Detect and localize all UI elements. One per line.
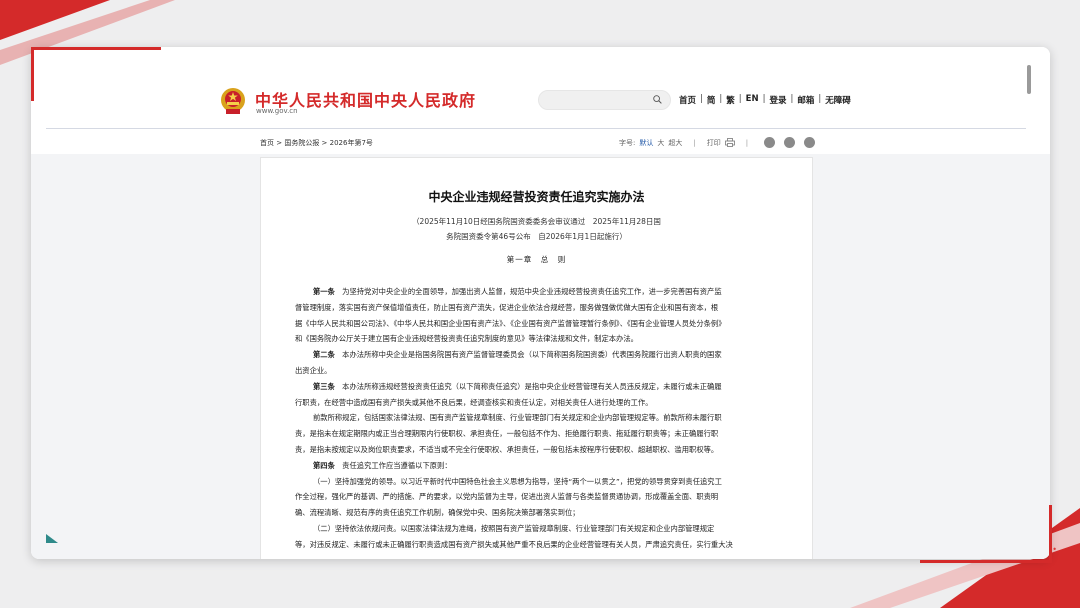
article-text: 据《中华人民共和国公司法》、《中华人民共和国企业国有资产法》、《企业国有资产监督…: [295, 318, 726, 328]
article-number: 第四条: [313, 460, 335, 470]
header-divider: [46, 128, 1026, 129]
article-text: 行职责，在经营中造成国有资产损失或其他不良后果，经调查核实和责任认定，对相关责任…: [295, 397, 653, 407]
document-subtitle-line2: 务院国资委令第46号公布 自2026年1月1日起施行）: [446, 232, 627, 241]
font-size-xlarge[interactable]: 超大: [668, 138, 682, 148]
top-navigation: 首页 | 简 | 繁 | EN | 登录 | 邮箱 | 无障碍: [679, 94, 851, 106]
document-line: 和《国务院办公厅关于建立国有企业违规经营投资责任追究制度的意见》等法律法规和文件…: [295, 331, 777, 347]
document-line: 据《中华人民共和国公司法》、《中华人民共和国企业国有资产法》、《企业国有资产监督…: [295, 316, 777, 332]
article-text: 出资企业。: [295, 366, 332, 375]
article-number: 第二条: [313, 350, 335, 360]
site-header: 中华人民共和国中央人民政府 www.gov.cn 首页 | 简 | 繁 | EN | 登…: [31, 47, 1050, 130]
nav-english[interactable]: EN: [746, 94, 759, 106]
wechat-icon[interactable]: [784, 137, 796, 148]
article-text: （二）坚持依法依规问责。以国家法律法规为准绳，按照国有资产监管规章制度、行业管理…: [313, 524, 715, 533]
article-text: 责任追究工作应当遵循以下原则：: [334, 460, 452, 470]
document-line: 确、流程清晰、规范有序的责任追究工作机制，确保党中央、国务院决策部署落实到位；: [295, 505, 777, 521]
document-line: 等，对违反规定、未履行或未正确履行职责造成国有资产损失或其他严重不良后果的企业经…: [295, 537, 777, 553]
nav-separator: |: [818, 94, 822, 104]
corner-mark: [46, 534, 58, 543]
article-number: 第三条: [313, 381, 335, 391]
document-subtitle-line1: （2025年11月10日经国务院国资委委务会审议通过 2025年11月28日国: [412, 217, 661, 226]
document-line: 第一条 为坚持党对中央企业的全面领导，加强出资人监督，规范中央企业违规经营投资责…: [295, 284, 795, 300]
article-text: 责，是指未在规定期限内或正当合理期限内行使职权、承担责任，一般包括不作为、拒绝履…: [295, 429, 719, 439]
document-line: 第三条 本办法所称违规经营投资责任追究（以下简称责任追究）是指中央企业经营管理有…: [295, 379, 795, 395]
nav-mail[interactable]: 邮箱: [797, 94, 814, 106]
nav-login[interactable]: 登录: [769, 94, 786, 106]
article-text: （一）坚持加强党的领导。以习近平新时代中国特色社会主义思想为指导，坚持“两个一以…: [313, 476, 722, 486]
nav-accessibility[interactable]: 无障碍: [825, 94, 851, 106]
article-text: 作全过程，强化严的基调、严的措施、严的要求，以党内监督为主导，促进出资人监督与各…: [295, 492, 719, 502]
weibo-icon[interactable]: [764, 137, 776, 148]
nav-separator: |: [719, 94, 723, 104]
document-line: 作全过程，强化严的基调、严的措施、严的要求，以党内监督为主导，促进出资人监督与各…: [295, 489, 777, 505]
tools-separator: |: [745, 138, 749, 147]
chapter-heading: 第一章 总 则: [506, 255, 567, 264]
nav-traditional[interactable]: 繁: [726, 94, 735, 106]
nav-simplified[interactable]: 简: [707, 94, 716, 106]
document-line: 行职责，在经营中造成国有资产损失或其他不良后果，经调查核实和责任认定，对相关责任…: [295, 395, 777, 411]
nav-separator: |: [700, 94, 703, 104]
tools-separator: |: [693, 138, 696, 147]
font-size-label: 字号:: [619, 138, 636, 147]
site-url: www.gov.cn: [256, 107, 298, 115]
search-input[interactable]: [538, 90, 671, 110]
national-emblem-icon: [221, 88, 245, 114]
document-line: （一）坚持加强党的领导。以习近平新时代中国特色社会主义思想为指导，坚持“两个一以…: [295, 474, 795, 490]
font-size-large[interactable]: 大: [657, 138, 664, 148]
article-number: 第一条: [313, 287, 335, 296]
search-icon[interactable]: [653, 95, 662, 104]
article-text: 督管理制度，落实国有资产保值增值责任，防止国有资产流失，促进企业依法合规经营，服…: [295, 302, 719, 312]
document-line: 第四条 责任追究工作应当遵循以下原则：: [295, 458, 795, 474]
nav-separator: |: [790, 94, 794, 104]
document-line: 前款所称规定，包括国家法律法规、国有资产监管规章制度、行业管理部门有关规定和企业…: [295, 410, 795, 426]
article-text: 责，是指未按规定以及岗位职责要求，不适当或不完全行使职权、承担责任，一般包括未按…: [295, 445, 719, 454]
article-text: 本办法所称违规经营投资责任追究（以下简称责任追究）是指中央企业经营管理有关人员违…: [334, 381, 722, 391]
share-icon[interactable]: [804, 137, 816, 148]
nav-separator: |: [738, 94, 742, 104]
article-text: 本办法所称中央企业是指国务院国有资产监督管理委员会（以下简称国务院国资委）代表国…: [334, 350, 722, 360]
font-size-default[interactable]: 默认: [639, 138, 653, 148]
print-label[interactable]: 打印: [707, 138, 721, 148]
document-line: 督管理制度，落实国有资产保值增值责任，防止国有资产流失，促进企业依法合规经营，服…: [295, 300, 777, 316]
document-line: 出资企业。: [295, 363, 777, 379]
breadcrumb[interactable]: 首页 > 国务院公报 > 2026年第7号: [260, 138, 373, 148]
article-text: 和《国务院办公厅关于建立国有企业违规经营投资责任追究制度的意见》等法律法规和文件…: [295, 334, 638, 344]
browser-window: 中华人民共和国中央人民政府 www.gov.cn 首页 | 简 | 繁 | EN | 登…: [31, 47, 1050, 559]
document-panel: 中央企业违规经营投资责任追究实施办法 （2025年11月10日经国务院国资委委务…: [260, 157, 813, 559]
scrollbar-thumb[interactable]: [1027, 65, 1031, 94]
nav-home[interactable]: 首页: [679, 94, 696, 106]
document-line: 第二条 本办法所称中央企业是指国务院国有资产监督管理委员会（以下简称国务院国资委…: [295, 347, 795, 363]
document-line: （二）坚持依法依规问责。以国家法律法规为准绳，按照国有资产监管规章制度、行业管理…: [295, 521, 795, 537]
document-line: 责，是指未在规定期限内或正当合理期限内行使职权、承担责任，一般包括不作为、拒绝履…: [295, 426, 777, 442]
article-text: 确、流程清晰、规范有序的责任追究工作机制，确保党中央、国务院决策部署落实到位；: [295, 508, 580, 518]
nav-separator: |: [762, 94, 766, 104]
article-text: 为坚持党对中央企业的全面领导，加强出资人监督，规范中央企业违规经营投资责任追究工…: [334, 287, 722, 296]
document-line: 责，是指未按规定以及岗位职责要求，不适当或不完全行使职权、承担责任，一般包括未按…: [295, 442, 777, 458]
printer-icon[interactable]: [724, 138, 735, 147]
article-text: 前款所称规定，包括国家法律法规、国有资产监管规章制度、行业管理部门有关规定和企业…: [313, 413, 722, 423]
article-text: 等，对违反规定、未履行或未正确履行职责造成国有资产损失或其他严重不良后果的企业经…: [295, 539, 733, 549]
document-title: 中央企业违规经营投资责任追究实施办法: [428, 190, 645, 204]
article-tools: 字号: 默认 大 超大 | 打印 |: [619, 137, 816, 148]
